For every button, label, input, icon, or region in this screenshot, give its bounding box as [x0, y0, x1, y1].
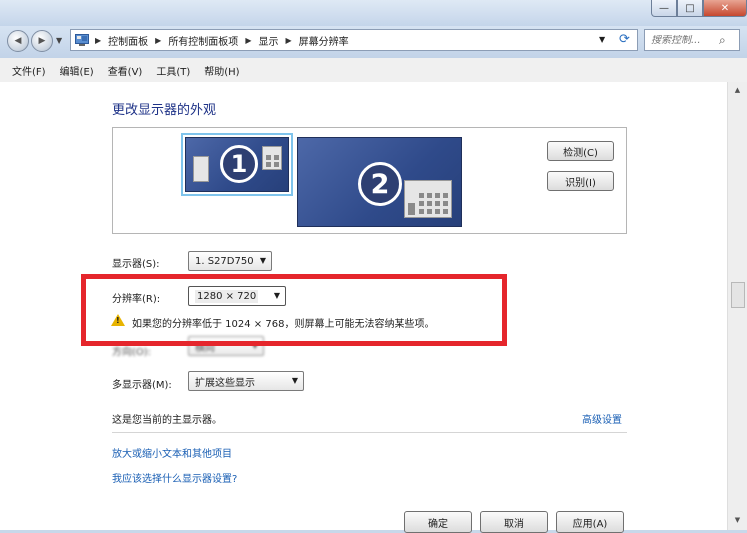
window-controls: — □ ✕: [651, 0, 747, 17]
control-panel-icon: [75, 33, 89, 46]
menu-tools[interactable]: 工具(T): [156, 63, 190, 78]
minimize-button[interactable]: —: [651, 0, 677, 17]
display-select-value: 1. S27D750: [195, 255, 254, 267]
page-title: 更改显示器的外观: [112, 103, 217, 118]
display-select[interactable]: 1. S27D750 ▼: [188, 251, 272, 271]
monitor-1-number: 1: [220, 145, 258, 183]
monitor-2-tile[interactable]: 2: [297, 137, 462, 227]
address-bar[interactable]: ▶ 控制面板 ▶ 所有控制面板项 ▶ 显示 ▶ 屏幕分辨率 ▼ ⟳: [70, 29, 638, 51]
identify-button[interactable]: 识别(I): [547, 171, 614, 191]
divider: [112, 432, 627, 433]
maximize-button[interactable]: □: [677, 0, 703, 17]
breadcrumb-all-items[interactable]: 所有控制面板项: [168, 33, 238, 48]
vertical-scrollbar[interactable]: ▲ ▼: [727, 82, 747, 530]
address-history-chevron-icon[interactable]: ▼: [599, 35, 605, 44]
chevron-down-icon: ▼: [259, 256, 266, 265]
forward-button[interactable]: ▶: [31, 30, 53, 52]
menu-bar: 文件(F) 编辑(E) 查看(V) 工具(T) 帮助(H): [0, 58, 747, 83]
monitor-2-number: 2: [358, 162, 402, 206]
breadcrumb-control-panel[interactable]: 控制面板: [108, 33, 148, 48]
scroll-up-icon[interactable]: ▲: [728, 82, 747, 98]
multi-display-label: 多显示器(M):: [112, 380, 172, 391]
advanced-settings-link[interactable]: 高级设置: [582, 411, 622, 426]
breadcrumb-separator-icon: ▶: [155, 35, 162, 45]
multi-display-select-value: 扩展这些显示: [195, 377, 255, 389]
breadcrumb-screen-resolution[interactable]: 屏幕分辨率: [299, 33, 349, 48]
breadcrumb-separator-icon: ▶: [245, 35, 252, 45]
scroll-thumb[interactable]: [731, 282, 745, 308]
main-display-note: 这是您当前的主显示器。: [112, 415, 222, 426]
text-size-link[interactable]: 放大或缩小文本和其他项目: [112, 445, 232, 460]
search-box[interactable]: ⌕: [644, 29, 740, 51]
multi-display-select[interactable]: 扩展这些显示 ▼: [188, 371, 304, 391]
search-icon[interactable]: ⌕: [719, 33, 726, 48]
refresh-icon[interactable]: ⟳: [619, 32, 630, 47]
chevron-down-icon: ▼: [291, 376, 298, 385]
menu-help[interactable]: 帮助(H): [204, 63, 239, 78]
forward-arrow-icon: ▶: [38, 36, 46, 46]
display-label: 显示器(S):: [112, 259, 160, 270]
search-input[interactable]: [651, 34, 719, 46]
monitor-1-tile[interactable]: 1: [181, 133, 293, 196]
back-arrow-icon: ◀: [14, 36, 22, 46]
menu-view[interactable]: 查看(V): [108, 63, 143, 78]
title-bar: — □ ✕: [0, 0, 747, 26]
menu-file[interactable]: 文件(F): [12, 63, 46, 78]
menu-edit[interactable]: 编辑(E): [60, 63, 94, 78]
keypad-icon: [262, 146, 282, 170]
breadcrumb-separator-icon: ▶: [95, 35, 102, 45]
detect-button[interactable]: 检测(C): [547, 141, 614, 161]
highlight-annotation: [81, 274, 507, 346]
breadcrumb-display[interactable]: 显示: [258, 33, 278, 48]
back-button[interactable]: ◀: [7, 30, 29, 52]
scroll-down-icon[interactable]: ▼: [728, 512, 747, 528]
keypad-icon: [404, 180, 452, 218]
breadcrumb-separator-icon: ▶: [285, 35, 292, 45]
which-settings-link[interactable]: 我应该选择什么显示器设置?: [112, 470, 237, 485]
close-button[interactable]: ✕: [703, 0, 747, 17]
recent-pages-chevron-icon[interactable]: ▼: [56, 36, 62, 45]
tower-icon: [193, 156, 209, 182]
